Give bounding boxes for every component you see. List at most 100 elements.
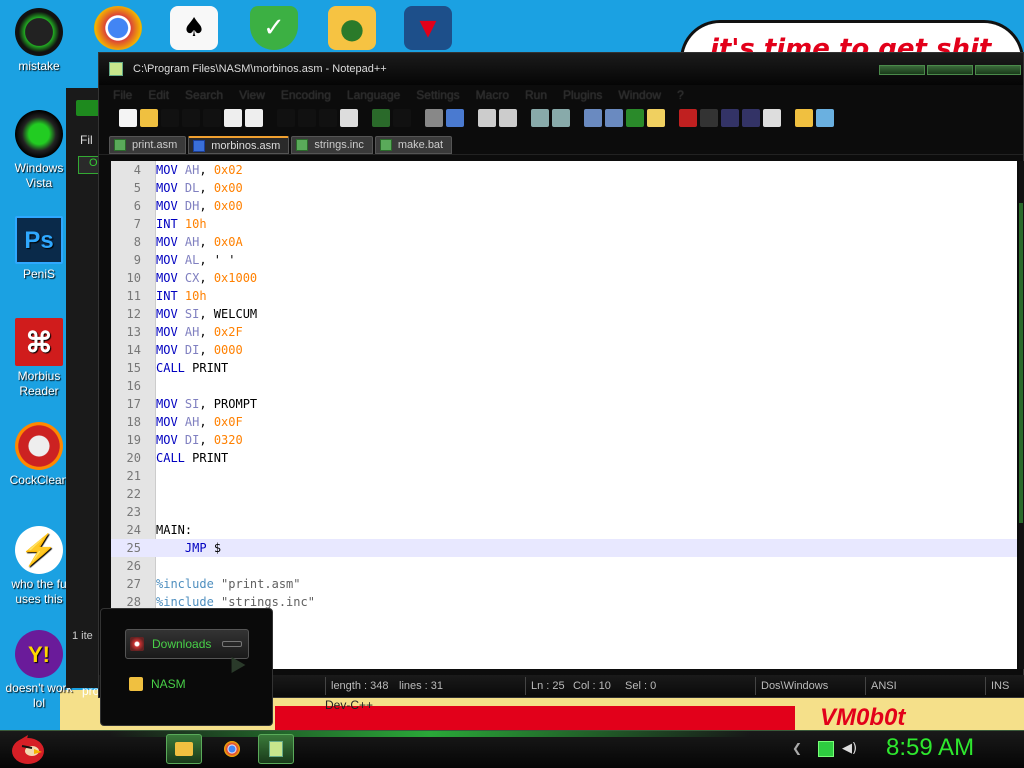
menu-edit[interactable]: Edit <box>148 88 169 102</box>
close-file-icon[interactable] <box>203 109 221 127</box>
code-line[interactable]: 17 MOV SI, PROMPT <box>111 395 1017 413</box>
menu-macro[interactable]: Macro <box>476 88 509 102</box>
code-line[interactable]: 15 CALL PRINT <box>111 359 1017 377</box>
tab-make-bat[interactable]: make.bat <box>374 136 453 154</box>
start-button[interactable] <box>8 733 48 765</box>
solitaire-icon[interactable]: ♠ <box>170 6 218 50</box>
copy-icon[interactable] <box>298 109 316 127</box>
code-line[interactable]: 19 MOV DI, 0320 <box>111 431 1017 449</box>
menu-file[interactable]: File <box>113 88 132 102</box>
taskbar-notepad-button[interactable] <box>258 734 294 764</box>
shield-check-icon[interactable]: ✓ <box>250 6 298 50</box>
word-wrap-icon[interactable] <box>584 109 602 127</box>
code-line[interactable]: 7 INT 10h <box>111 215 1017 233</box>
code-line[interactable]: 21 <box>111 467 1017 485</box>
file-icon <box>114 139 126 151</box>
replace-icon[interactable] <box>446 109 464 127</box>
close-all-icon[interactable] <box>224 109 242 127</box>
save-all-icon[interactable] <box>182 109 200 127</box>
menu-encoding[interactable]: Encoding <box>281 88 331 102</box>
code-line[interactable]: 12 MOV SI, WELCUM <box>111 305 1017 323</box>
record-macro-icon[interactable] <box>679 109 697 127</box>
menu-settings[interactable]: Settings <box>416 88 459 102</box>
indent-guide-icon[interactable] <box>626 109 644 127</box>
zoom-in-icon[interactable] <box>478 109 496 127</box>
code-line[interactable]: 8 MOV AH, 0x0A <box>111 233 1017 251</box>
code-line[interactable]: 25 JMP $ <box>111 539 1017 557</box>
angry-birds-pig-icon[interactable]: ● <box>328 6 376 50</box>
menu-run[interactable]: Run <box>525 88 547 102</box>
taskbar-explorer-button[interactable] <box>166 734 202 764</box>
status-insert-mode[interactable]: INS <box>991 680 1009 692</box>
stop-macro-icon[interactable] <box>700 109 718 127</box>
jumplist-item-nasm[interactable]: NASM <box>125 669 249 699</box>
winamp-icon: ⚡ <box>15 526 63 574</box>
menu-language[interactable]: Language <box>347 88 400 102</box>
folder-as-workspace-icon[interactable] <box>795 109 813 127</box>
play-multiple-icon[interactable] <box>742 109 760 127</box>
status-encoding[interactable]: ANSI <box>871 680 897 692</box>
menu-window[interactable]: Window <box>618 88 661 102</box>
winrar-icon[interactable]: ▼ <box>404 6 452 50</box>
open-file-icon[interactable] <box>140 109 158 127</box>
undo-icon[interactable] <box>372 109 390 127</box>
doc-map-icon[interactable] <box>647 109 665 127</box>
spell-check-icon[interactable] <box>816 109 834 127</box>
status-eol[interactable]: Dos\Windows <box>761 680 828 692</box>
code-line[interactable]: 16 <box>111 377 1017 395</box>
sync-vertical-icon[interactable] <box>531 109 549 127</box>
desktop-icon-mistake[interactable]: mistake <box>0 8 78 74</box>
save-icon[interactable] <box>161 109 179 127</box>
menu-search[interactable]: Search <box>185 88 223 102</box>
menu-plugins[interactable]: Plugins <box>563 88 602 102</box>
code-line[interactable]: 11 INT 10h <box>111 287 1017 305</box>
code-line[interactable]: 14 MOV DI, 0000 <box>111 341 1017 359</box>
code-line[interactable]: 6 MOV DH, 0x00 <box>111 197 1017 215</box>
background-window-menu[interactable]: Fil <box>80 133 93 147</box>
maximize-button[interactable] <box>927 65 973 75</box>
code-line[interactable]: 26 <box>111 557 1017 575</box>
close-button[interactable] <box>975 65 1021 75</box>
tab-strings-inc[interactable]: strings.inc <box>291 136 373 154</box>
code-line[interactable]: 5 MOV DL, 0x00 <box>111 179 1017 197</box>
cut-icon[interactable] <box>277 109 295 127</box>
network-icon[interactable] <box>818 741 834 757</box>
new-file-icon[interactable] <box>119 109 137 127</box>
play-macro-icon[interactable] <box>721 109 739 127</box>
wallpaper-logo-text: VM0b0t <box>820 704 906 731</box>
zoom-out-icon[interactable] <box>499 109 517 127</box>
scrollbar-thumb[interactable] <box>1019 203 1023 523</box>
clock[interactable]: 8:59 AM <box>886 734 974 762</box>
code-line[interactable]: 9 MOV AL, ' ' <box>111 251 1017 269</box>
chrome-icon[interactable] <box>94 6 142 50</box>
save-macro-icon[interactable] <box>763 109 781 127</box>
paste-icon-dark[interactable] <box>319 109 337 127</box>
all-chars-icon[interactable] <box>605 109 623 127</box>
jumplist-item-downloads[interactable]: Downloads <box>125 629 249 659</box>
code-line[interactable]: 10 MOV CX, 0x1000 <box>111 269 1017 287</box>
code-line[interactable]: 23 <box>111 503 1017 521</box>
volume-icon[interactable]: ◀) <box>842 741 858 757</box>
sync-horizontal-icon[interactable] <box>552 109 570 127</box>
menu-view[interactable]: View <box>239 88 265 102</box>
notepad-window[interactable]: C:\Program Files\NASM\morbinos.asm - Not… <box>98 52 1024 698</box>
redo-icon[interactable] <box>393 109 411 127</box>
code-line[interactable]: 22 <box>111 485 1017 503</box>
find-icon[interactable] <box>425 109 443 127</box>
paste-icon[interactable] <box>340 109 358 127</box>
code-line[interactable]: 4 MOV AH, 0x02 <box>111 161 1017 179</box>
code-editor[interactable]: 4 MOV AH, 0x02 5 MOV DL, 0x00 6 MOV DH, 0x00 7… <box>111 161 1017 669</box>
minimize-button[interactable] <box>879 65 925 75</box>
tab-print-asm[interactable]: print.asm <box>109 136 187 154</box>
pin-icon[interactable] <box>222 641 242 647</box>
code-line[interactable]: 18 MOV AH, 0x0F <box>111 413 1017 431</box>
code-line[interactable]: 20 CALL PRINT <box>111 449 1017 467</box>
code-line[interactable]: 24 MAIN: <box>111 521 1017 539</box>
code-line[interactable]: 27 %include "print.asm" <box>111 575 1017 593</box>
code-line[interactable]: 13 MOV AH, 0x2F <box>111 323 1017 341</box>
print-icon[interactable] <box>245 109 263 127</box>
taskbar-chrome-button[interactable] <box>214 734 250 764</box>
menu-help[interactable]: ? <box>677 88 684 102</box>
tab-morbinos-asm[interactable]: morbinos.asm <box>188 136 290 154</box>
chevron-icon[interactable]: ❮ <box>792 741 808 757</box>
